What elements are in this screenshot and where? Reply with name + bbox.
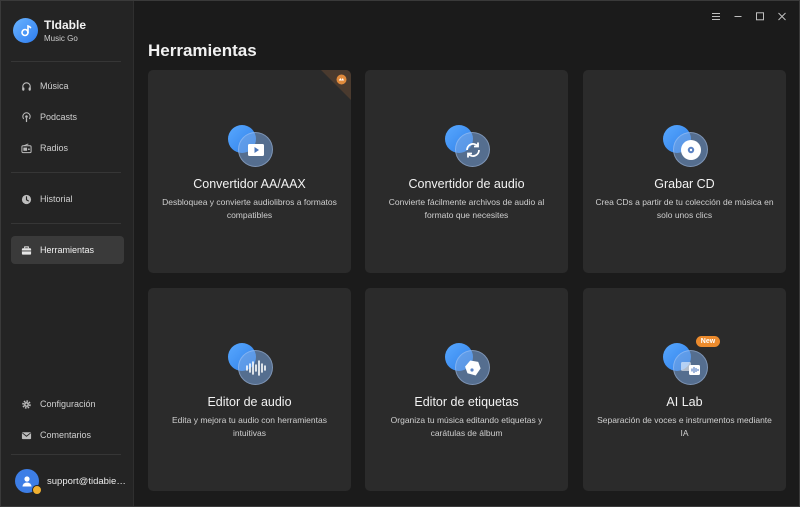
radio-icon [20, 142, 32, 154]
sidebar-item-radios[interactable]: Radios [11, 134, 124, 162]
sidebar-item-herramientas[interactable]: Herramientas [11, 236, 124, 264]
sidebar-item-podcasts[interactable]: Podcasts [11, 103, 124, 131]
mail-icon [20, 429, 32, 441]
sidebar-item-label: Comentarios [40, 430, 92, 440]
tool-description: Edita y mejora tu audio con herramientas… [172, 415, 327, 438]
close-icon[interactable] [775, 9, 789, 23]
tool-card-convertidor-aa[interactable]: Convertidor AA/AAX Desbloquea y conviert… [148, 70, 351, 273]
app-window: TIdable Music Go Música Podcasts Radios … [0, 0, 800, 507]
sidebar-item-label: Historial [40, 194, 73, 204]
sidebar-item-label: Herramientas [40, 245, 95, 255]
sync-icon [443, 123, 491, 169]
sidebar-item-comentarios[interactable]: Comentarios [11, 421, 124, 449]
podcast-icon [20, 111, 32, 123]
tool-title: Editor de audio [207, 395, 292, 409]
tool-description: Convierte fácilmente archivos de audio a… [388, 197, 545, 220]
divider [11, 454, 121, 455]
waveform-icon [226, 341, 274, 387]
tool-description: Crea CDs a partir de tu colección de mús… [595, 197, 774, 220]
divider [11, 61, 121, 62]
tool-card-convertidor-audio[interactable]: Convertidor de audio Convierte fácilment… [365, 70, 568, 273]
premium-corner-icon [321, 70, 351, 100]
tool-title: Convertidor AA/AAX [193, 177, 306, 191]
avatar [15, 469, 42, 495]
divider [11, 223, 121, 224]
premium-badge-icon [32, 485, 42, 495]
page-title: Herramientas [148, 41, 257, 60]
tool-card-ai-lab[interactable]: New AI Lab Separación de voces e instrum… [583, 288, 786, 491]
tool-description: Separación de voces e instrumentos media… [597, 415, 772, 438]
minimize-icon[interactable] [731, 9, 745, 23]
gear-icon [20, 398, 32, 410]
account[interactable]: support@tidabie… [15, 469, 126, 495]
tool-card-grabar-cd[interactable]: Grabar CD Crea CDs a partir de tu colecc… [583, 70, 786, 273]
divider [11, 172, 121, 173]
video-play-icon [226, 123, 274, 169]
brand: TIdable Music Go [13, 18, 86, 43]
sidebar-item-configuracion[interactable]: Configuración [11, 390, 124, 418]
sidebar-item-musica[interactable]: Música [11, 72, 124, 100]
sidebar-item-label: Música [40, 81, 69, 91]
tool-title: AI Lab [666, 395, 703, 409]
tool-description: Organiza tu música editando etiquetas y … [390, 415, 543, 438]
app-name: TIdable [44, 17, 87, 32]
sidebar-item-historial[interactable]: Historial [11, 185, 124, 213]
sidebar-item-label: Radios [40, 143, 69, 153]
tool-card-editor-audio[interactable]: Editor de audio Edita y mejora tu audio … [148, 288, 351, 491]
tool-title: Grabar CD [654, 177, 715, 191]
tool-card-editor-etiquetas[interactable]: Editor de etiquetas Organiza tu música e… [365, 288, 568, 491]
menu-icon[interactable] [709, 9, 723, 23]
disc-icon [661, 123, 709, 169]
app-logo-icon [13, 18, 38, 43]
tag-icon [443, 341, 491, 387]
tool-title: Convertidor de audio [408, 177, 525, 191]
ai-icon [661, 341, 709, 387]
toolbox-icon [20, 244, 32, 256]
tool-title: Editor de etiquetas [414, 395, 519, 409]
tool-description: Desbloquea y convierte audiolibros a for… [162, 197, 337, 220]
sidebar-item-label: Configuración [40, 399, 96, 409]
sidebar-item-label: Podcasts [40, 112, 78, 122]
headphones-icon [20, 80, 32, 92]
clock-icon [20, 193, 32, 205]
account-email: support@tidabie… [47, 475, 126, 487]
sidebar: TIdable Music Go Música Podcasts Radios … [1, 1, 134, 506]
maximize-icon[interactable] [753, 9, 767, 23]
app-subtitle: Music Go [44, 33, 78, 43]
